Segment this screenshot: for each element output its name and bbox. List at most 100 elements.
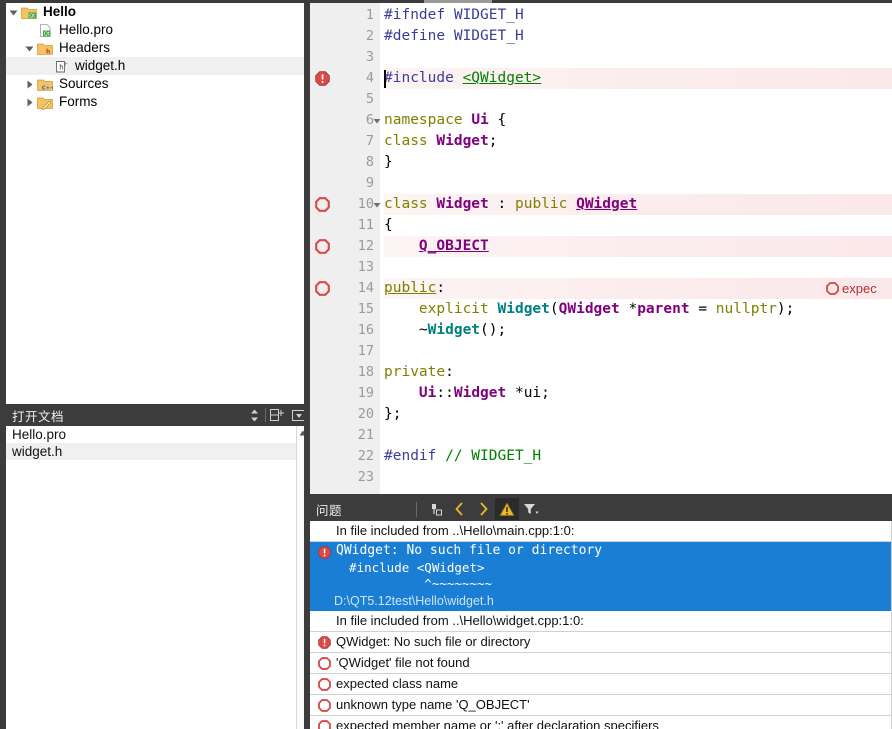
qt-folder-icon: Qt	[20, 3, 38, 21]
open-document-item[interactable]: Hello.pro	[6, 426, 309, 443]
forms-folder-icon	[36, 93, 54, 111]
issue-row[interactable]: unknown type name 'Q_OBJECT'	[310, 695, 892, 716]
chevron-right-icon[interactable]	[22, 93, 36, 111]
issue-row[interactable]: In file included from ..\Hello\widget.cp…	[310, 611, 892, 632]
line-number: 20	[357, 406, 374, 422]
editor-column: 1 #ifndef WIDGET_H 2 #define WIDGET_H 3 4 #inc…	[310, 3, 892, 729]
code-line[interactable]	[384, 257, 892, 278]
code-line[interactable]: Ui::Widget *ui;	[384, 383, 892, 404]
svg-text:Qt: Qt	[29, 13, 35, 19]
code-line[interactable]: #include <QWidget>	[384, 68, 892, 89]
code-token: ();	[480, 322, 507, 338]
line-number: 4	[365, 70, 374, 86]
code-token: // WIDGET_H	[445, 448, 542, 464]
error-marker-icon[interactable]	[315, 71, 331, 87]
chevron-down-icon[interactable]	[22, 39, 36, 57]
code-line[interactable]	[384, 467, 892, 488]
open-document-item[interactable]: widget.h	[6, 443, 309, 460]
prev-icon[interactable]	[447, 498, 471, 520]
issue-row[interactable]: expected class name	[310, 674, 892, 695]
code-token: private	[384, 364, 446, 380]
code-line[interactable]: {	[384, 215, 892, 236]
tree-item-forms[interactable]: Forms	[6, 93, 310, 111]
code-token: Ui	[471, 112, 489, 128]
open-documents-list[interactable]: Hello.pro widget.h	[6, 426, 310, 729]
chevron-down-icon[interactable]	[6, 3, 20, 21]
code-line[interactable]: };	[384, 404, 892, 425]
issue-row-body: unknown type name 'Q_OBJECT'	[334, 695, 892, 715]
sort-updown-icon[interactable]	[243, 404, 265, 426]
code-line[interactable]: class Widget;	[384, 131, 892, 152]
open-documents-header: 打开文档	[6, 404, 310, 426]
chevron-right-icon[interactable]	[22, 75, 36, 93]
inline-error-annotation[interactable]: expec	[826, 278, 877, 299]
clear-icon[interactable]	[423, 498, 447, 520]
project-tree[interactable]: Qt Hello Qt Hello.pro h Headers h + widget.h C++ S…	[6, 3, 310, 404]
warning-icon[interactable]	[495, 498, 519, 520]
issue-description: expected class name	[336, 676, 459, 691]
code-token: #ifndef WIDGET_H	[384, 7, 524, 23]
fold-toggle-icon[interactable]	[372, 194, 382, 215]
code-line[interactable]	[384, 173, 892, 194]
issue-row[interactable]: QWidget: No such file or directory #incl…	[310, 542, 892, 611]
issue-description: In file included from ..\Hello\widget.cp…	[336, 613, 584, 628]
issue-row[interactable]: 'QWidget' file not found	[310, 653, 892, 674]
code-line[interactable]	[384, 47, 892, 68]
code-line[interactable]: }	[384, 152, 892, 173]
error-outline-marker-icon	[314, 716, 334, 729]
code-line[interactable]: #endif // WIDGET_H	[384, 446, 892, 467]
tree-item-hello[interactable]: Qt Hello	[6, 3, 310, 21]
issue-row[interactable]: QWidget: No such file or directory	[310, 632, 892, 653]
error-outline-marker-icon[interactable]	[315, 197, 331, 213]
code-token: (	[549, 301, 559, 317]
code-line[interactable]: public:	[384, 278, 892, 299]
error-outline-marker-icon	[314, 695, 334, 715]
fold-toggle-icon[interactable]	[372, 110, 382, 131]
issue-no-icon	[314, 521, 334, 541]
tree-item-label: Sources	[59, 76, 109, 91]
open-documents-rows[interactable]: Hello.pro widget.h	[6, 426, 309, 460]
code-line[interactable]	[384, 425, 892, 446]
tree-item-widget-h[interactable]: h + widget.h	[6, 57, 310, 75]
code-token: };	[384, 406, 402, 422]
line-number: 5	[365, 91, 374, 107]
code-line[interactable]: Q_OBJECT	[384, 236, 892, 257]
issues-list[interactable]: In file included from ..\Hello\main.cpp:…	[310, 521, 892, 729]
code-line[interactable]	[384, 341, 892, 362]
code-line[interactable]: class Widget : public QWidget	[384, 194, 892, 215]
error-outline-marker-icon[interactable]	[315, 239, 331, 255]
code-line[interactable]: namespace Ui {	[384, 110, 892, 131]
tree-item-headers[interactable]: h Headers	[6, 39, 310, 57]
issue-file-path[interactable]: D:\QT5.12test\Hello\widget.h	[334, 592, 892, 610]
line-number: 16	[357, 322, 374, 338]
split-add-icon[interactable]	[266, 404, 288, 426]
code-line[interactable]: #define WIDGET_H	[384, 26, 892, 47]
code-line[interactable]: private:	[384, 362, 892, 383]
code-token: *	[628, 301, 638, 317]
tree-item-hello-pro[interactable]: Qt Hello.pro	[6, 21, 310, 39]
code-line[interactable]: #ifndef WIDGET_H	[384, 5, 892, 26]
line-number: 22	[357, 448, 374, 464]
next-icon[interactable]	[471, 498, 495, 520]
issue-description: QWidget: No such file or directory	[336, 543, 603, 558]
tree-item-sources[interactable]: C++ Sources	[6, 75, 310, 93]
code-line[interactable]: explicit Widget(QWidget *parent = nullpt…	[384, 299, 892, 320]
code-token: nullptr	[715, 301, 777, 317]
code-token: QWidget	[558, 301, 629, 317]
issues-rows[interactable]: In file included from ..\Hello\main.cpp:…	[310, 521, 892, 729]
issue-description: expected member name or ';' after declar…	[336, 718, 659, 729]
issue-row[interactable]: In file included from ..\Hello\main.cpp:…	[310, 521, 892, 542]
code-editor[interactable]: 1 #ifndef WIDGET_H 2 #define WIDGET_H 3 4 #inc…	[310, 3, 892, 494]
inline-error-text: expec	[842, 281, 877, 296]
error-outline-marker-icon[interactable]	[315, 281, 331, 297]
code-token: Widget	[436, 133, 489, 149]
code-line[interactable]	[384, 89, 892, 110]
issue-row[interactable]: expected member name or ';' after declar…	[310, 716, 892, 729]
filter-icon[interactable]	[519, 498, 543, 520]
code-line[interactable]: ~Widget();	[384, 320, 892, 341]
code-token: Widget	[497, 301, 550, 317]
svg-text:h: h	[46, 48, 50, 55]
